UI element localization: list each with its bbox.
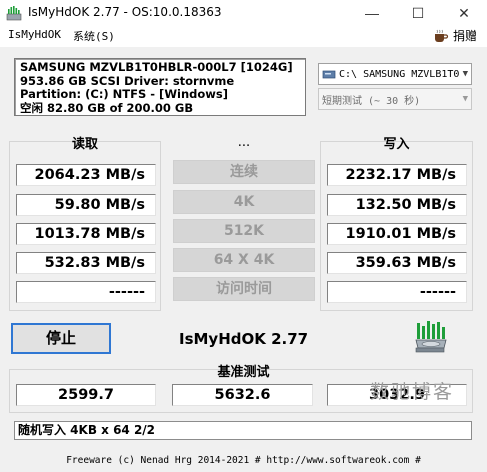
write-512k-value: 1910.01 MB/s bbox=[327, 223, 467, 245]
drive-info-box: SAMSUNG MZVLB1T0HBLR-000L7 [1024G] 953.8… bbox=[14, 58, 306, 116]
512k-test-button[interactable]: 512K bbox=[173, 219, 315, 243]
menu-system[interactable]: 系统(S) bbox=[73, 28, 115, 44]
main-panel: SAMSUNG MZVLB1T0HBLR-000L7 [1024G] 953.8… bbox=[0, 47, 487, 472]
write-column-header: 写入 bbox=[383, 137, 410, 152]
drive-select[interactable]: C:\ SAMSUNG MZVLB1T0 ▼ bbox=[318, 63, 472, 85]
stop-button[interactable]: 停止 bbox=[11, 323, 111, 354]
write-64x4k-value: 359.63 MB/s bbox=[327, 252, 467, 274]
close-button[interactable]: ✕ bbox=[441, 0, 487, 26]
drive-select-value: C:\ SAMSUNG MZVLB1T0 bbox=[339, 68, 460, 80]
watermark-text: 数驰博客 bbox=[370, 381, 455, 403]
middle-column-header: ... bbox=[237, 135, 251, 150]
chevron-down-icon: ▼ bbox=[462, 69, 468, 79]
status-bar: 随机写入 4KB x 64 2/2 bbox=[14, 421, 472, 440]
drive-model: SAMSUNG MZVLB1T0HBLR-000L7 [1024G] bbox=[20, 60, 293, 74]
donate-button[interactable]: 捐赠 bbox=[433, 27, 477, 44]
minimize-button[interactable]: — bbox=[349, 0, 395, 26]
read-column-header: 读取 bbox=[71, 137, 98, 152]
window-title: IsMyHdOK 2.77 - OS:10.0.18363 bbox=[28, 5, 222, 19]
app-hdd-icon bbox=[6, 6, 22, 21]
4k-test-button[interactable]: 4K bbox=[173, 190, 315, 214]
read-access-time-value: ------ bbox=[16, 281, 156, 303]
maximize-icon: ☐ bbox=[411, 4, 425, 21]
64x4k-test-button[interactable]: 64 X 4K bbox=[173, 248, 315, 272]
chevron-down-icon: ▼ bbox=[462, 94, 468, 104]
test-mode-value: 短期测试 (~ 30 秒) bbox=[322, 95, 421, 107]
drive-partition: Partition: (C:) NTFS - [Windows] bbox=[20, 87, 228, 101]
write-sequential-value: 2232.17 MB/s bbox=[327, 164, 467, 186]
menu-bar: IsMyHdOK 系统(S) 捐赠 bbox=[0, 26, 487, 46]
footer-copyright[interactable]: Freeware (c) Nenad Hrg 2014-2021 # http:… bbox=[0, 455, 487, 466]
read-sequential-value: 2064.23 MB/s bbox=[16, 164, 156, 186]
hdd-benchmark-icon[interactable] bbox=[414, 320, 448, 354]
minimize-icon: — bbox=[365, 5, 379, 21]
access-time-test-button[interactable]: 访问时间 bbox=[173, 277, 315, 301]
read-64x4k-value: 532.83 MB/s bbox=[16, 252, 156, 274]
title-bar[interactable]: IsMyHdOK 2.77 - OS:10.0.18363 — ☐ ✕ bbox=[0, 0, 487, 26]
coffee-cup-icon bbox=[434, 29, 449, 42]
drive-size-driver: 953.86 GB SCSI Driver: stornvme bbox=[20, 73, 235, 88]
close-icon: ✕ bbox=[458, 4, 470, 21]
menu-ismyhdok[interactable]: IsMyHdOK bbox=[8, 28, 61, 41]
benchmark-read-score: 2599.7 bbox=[16, 384, 156, 406]
write-access-time-value: ------ bbox=[327, 281, 467, 303]
read-512k-value: 1013.78 MB/s bbox=[16, 223, 156, 245]
test-mode-select[interactable]: 短期测试 (~ 30 秒) ▼ bbox=[318, 88, 472, 110]
read-4k-value: 59.80 MB/s bbox=[16, 194, 156, 216]
sequential-test-button[interactable]: 连续 bbox=[173, 160, 315, 184]
benchmark-total-score: 5632.6 bbox=[172, 384, 313, 406]
drive-icon bbox=[322, 70, 336, 79]
app-name-label: IsMyHdOK 2.77 bbox=[179, 330, 309, 348]
maximize-button[interactable]: ☐ bbox=[395, 0, 441, 26]
write-4k-value: 132.50 MB/s bbox=[327, 194, 467, 216]
drive-free-space: 空闲 82.80 GB of 200.00 GB bbox=[20, 100, 194, 115]
donate-label: 捐赠 bbox=[452, 29, 477, 43]
